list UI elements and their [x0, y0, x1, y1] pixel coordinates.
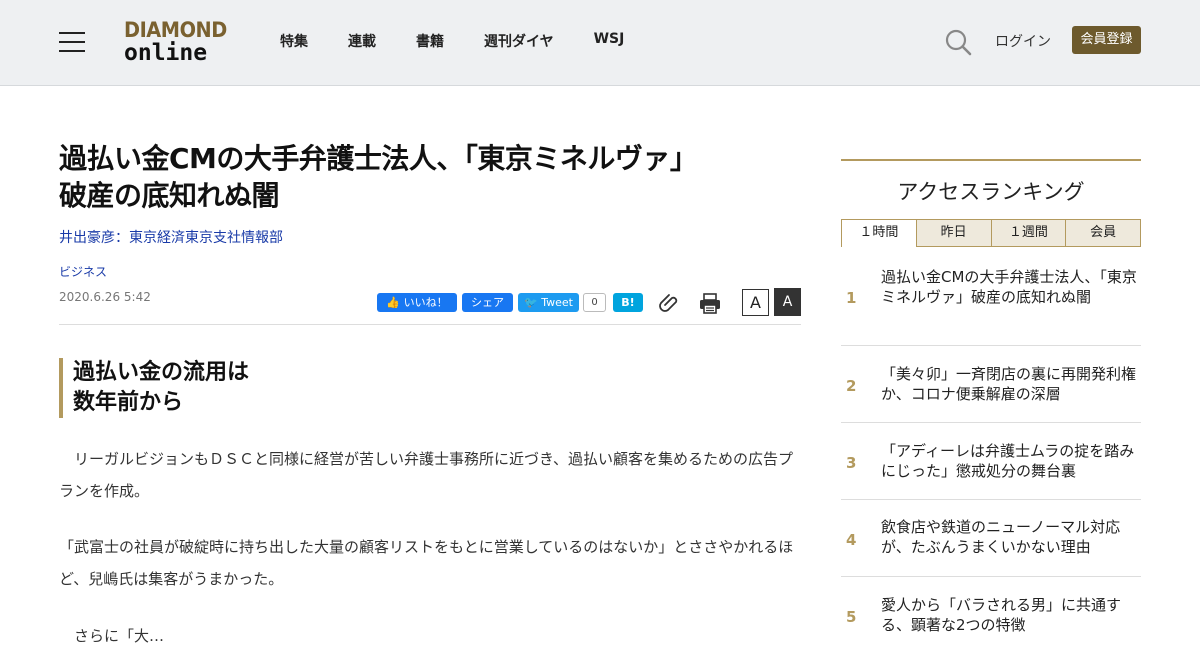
main-nav: 特集 連載 書籍 週刊ダイヤ WSJ	[280, 31, 664, 51]
site-header: DIAMOND online 特集 連載 書籍 週刊ダイヤ WSJ ログイン 会…	[0, 0, 1200, 86]
nav-item-rensai[interactable]: 連載	[348, 31, 376, 51]
rank-article-link[interactable]: 飲食店や鉄道のニューノーマル対応が、たぶんうまくいかない理由	[881, 517, 1141, 557]
rank-number: 5	[846, 608, 857, 626]
rank-article-link[interactable]: 過払い金CMの大手弁護士法人、「東京ミネルヴァ」破産の底知れぬ闇	[881, 267, 1141, 307]
publish-date: 2020.6.26 5:42	[59, 290, 151, 304]
tweet-count: 0	[583, 293, 606, 312]
nav-item-shoseki[interactable]: 書籍	[416, 31, 444, 51]
tab-members[interactable]: 会員	[1066, 219, 1141, 247]
logo-line1: DIAMOND	[124, 18, 227, 42]
subhead-line2: 数年前から	[73, 390, 184, 415]
tab-1week[interactable]: １週間	[991, 219, 1067, 247]
author-link[interactable]: 井出豪彦：東京経済東京支社情報部	[59, 227, 283, 247]
divider	[59, 324, 801, 325]
ranking-item[interactable]: 5 愛人から「バラされる男」に共通する、顕著な2つの特徴	[841, 577, 1141, 654]
print-icon[interactable]	[699, 292, 721, 314]
article-paragraph: リーガルビジョンもＤＳＣと同様に経営が苦しい弁護士事務所に近づき、過払い顧客を集…	[59, 450, 793, 500]
rank-article-link[interactable]: 「美々卯」一斉閉店の裏に再開発利権か、コロナ便乗解雇の深層	[881, 364, 1141, 404]
rank-number: 4	[846, 531, 857, 549]
ranking-item[interactable]: 3 「アディーレは弁護士ムラの掟を踏みにじった」懲戒処分の舞台裏	[841, 423, 1141, 500]
section-subheading: 過払い金の流用は 数年前から	[59, 358, 249, 418]
font-size-large-button[interactable]: A	[774, 288, 801, 316]
ranking-item[interactable]: 4 飲食店や鉄道のニューノーマル対応が、たぶんうまくいかない理由	[841, 500, 1141, 577]
article-title: 過払い金CMの大手弁護士法人、「東京ミネルヴァ」 破産の底知れぬ闇	[59, 140, 799, 214]
register-button[interactable]: 会員登録	[1072, 26, 1141, 54]
facebook-share-button[interactable]: シェア	[462, 293, 513, 312]
paperclip-icon[interactable]	[658, 291, 680, 313]
title-line2: 破産の底知れぬ闇	[59, 179, 280, 212]
font-size-small-button[interactable]: A	[742, 289, 769, 316]
tab-yesterday[interactable]: 昨日	[916, 219, 992, 247]
twitter-bird-icon: 🐦	[524, 296, 538, 309]
rank-number: 2	[846, 377, 857, 395]
rank-number: 3	[846, 454, 857, 472]
ranking-item[interactable]: 2 「美々卯」一斉閉店の裏に再開発利権か、コロナ便乗解雇の深層	[841, 346, 1141, 423]
rank-number: 1	[846, 289, 857, 307]
like-label: いいね！	[403, 296, 448, 309]
tab-1hour[interactable]: １時間	[841, 219, 917, 247]
menu-icon[interactable]	[59, 32, 85, 52]
logo-line2: online	[124, 40, 208, 66]
rank-article-link[interactable]: 「アディーレは弁護士ムラの掟を踏みにじった」懲戒処分の舞台裏	[881, 441, 1141, 481]
rank-article-link[interactable]: 愛人から「バラされる男」に共通する、顕著な2つの特徴	[881, 595, 1141, 635]
hatena-bookmark-button[interactable]: B!	[613, 293, 643, 312]
search-icon[interactable]	[944, 28, 972, 56]
article-paragraph: 「武富士の社員が破綻時に持ち出した大量の顧客リストをもとに営業しているのはないか…	[59, 538, 794, 588]
tweet-button[interactable]: 🐦 Tweet	[518, 293, 579, 312]
ranking-title: アクセスランキング	[897, 180, 1085, 204]
tweet-label: Tweet	[541, 296, 573, 309]
nav-item-wsj[interactable]: WSJ	[594, 31, 625, 51]
login-link[interactable]: ログイン	[995, 31, 1051, 51]
category-link[interactable]: ビジネス	[59, 263, 107, 280]
title-line1: 過払い金CMの大手弁護士法人、「東京ミネルヴァ」	[59, 142, 698, 175]
nav-item-weekly[interactable]: 週刊ダイヤ	[484, 31, 554, 51]
article-paragraph: さらに「大…	[59, 627, 165, 645]
nav-item-tokushu[interactable]: 特集	[280, 31, 308, 51]
ranking-top-rule	[841, 159, 1141, 161]
subhead-line1: 過払い金の流用は	[73, 360, 250, 385]
thumbs-up-icon: 👍	[386, 296, 401, 309]
share-bar: 👍 いいね！ シェア 🐦 Tweet 0 B!	[377, 293, 648, 312]
facebook-like-button[interactable]: 👍 いいね！	[377, 293, 457, 312]
ranking-item[interactable]: 1 過払い金CMの大手弁護士法人、「東京ミネルヴァ」破産の底知れぬ闇	[841, 247, 1141, 346]
site-logo[interactable]: DIAMOND online	[124, 18, 228, 68]
ranking-tabs: １時間 昨日 １週間 会員	[841, 219, 1141, 247]
